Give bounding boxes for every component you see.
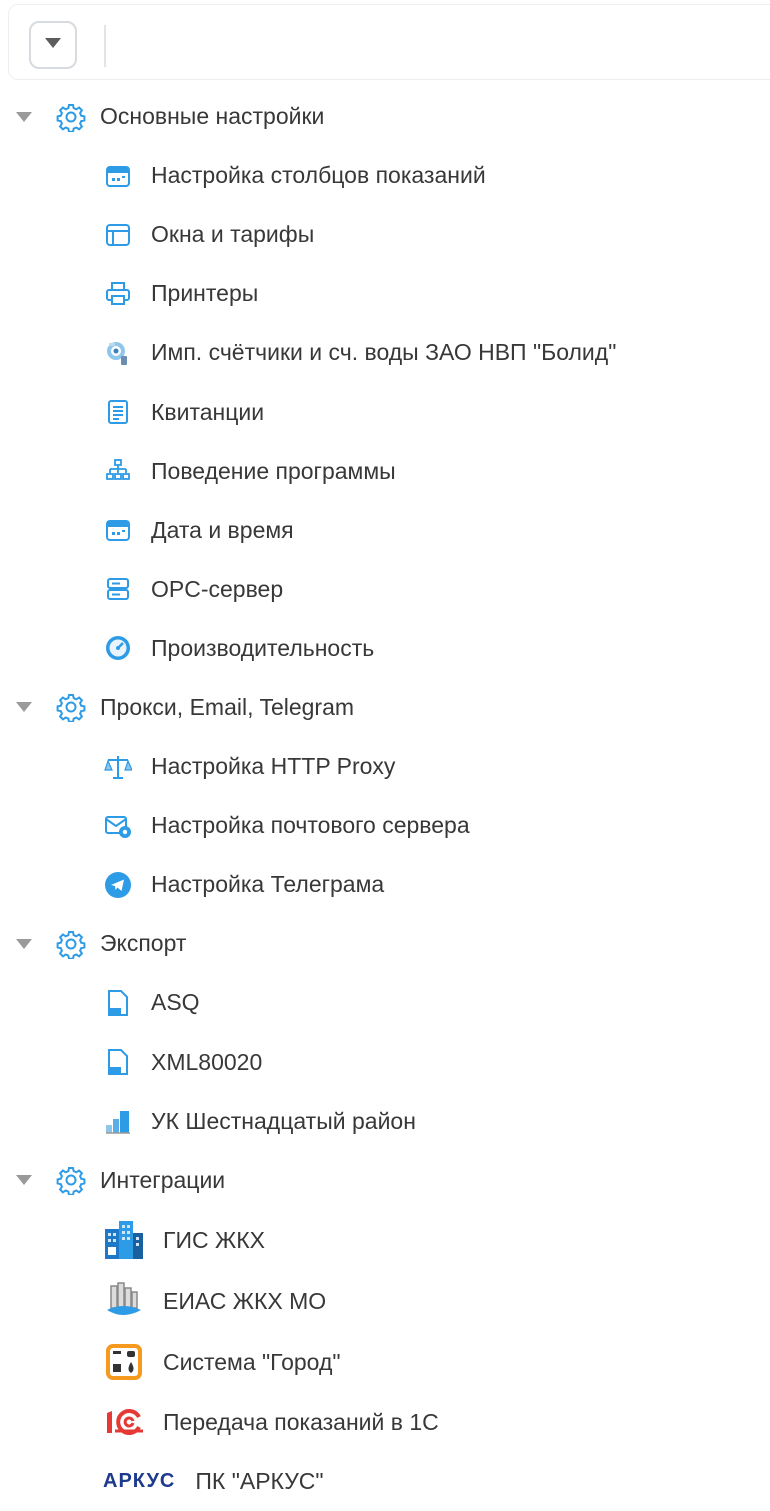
tree-item-label: ASQ xyxy=(151,989,200,1016)
tree-item-printers[interactable]: Принтеры xyxy=(0,264,770,323)
toolbar xyxy=(8,4,770,80)
tree-group-integrations[interactable]: Интеграции xyxy=(0,1151,770,1210)
tree-item-telegram[interactable]: Настройка Телеграма xyxy=(0,855,770,914)
tree-item-label: Настройка Телеграма xyxy=(151,871,385,898)
tree-group-label: Экспорт xyxy=(100,930,187,957)
expand-caret-icon[interactable] xyxy=(14,700,34,714)
tree-group-main-settings[interactable]: Основные настройки xyxy=(0,87,770,146)
tree-group-export[interactable]: Экспорт xyxy=(0,914,770,973)
expand-caret-icon[interactable] xyxy=(14,1173,34,1187)
hierarchy-icon xyxy=(103,456,133,486)
tree-item-eias[interactable]: ЕИАС ЖКХ МО xyxy=(0,1271,770,1332)
calendar-icon xyxy=(103,515,133,545)
tree-item-label: Настройка почтового сервера xyxy=(151,812,470,839)
receipt-icon xyxy=(103,397,133,427)
tree-item-label: Квитанции xyxy=(151,398,265,425)
window-icon xyxy=(103,220,133,250)
tree-item-label: ГИС ЖКХ xyxy=(163,1226,265,1253)
tree-group-label: Прокси, Email, Telegram xyxy=(100,693,355,720)
meter-icon xyxy=(103,338,133,368)
tree-item-uk-16-district[interactable]: УК Шестнадцатый район xyxy=(0,1092,770,1151)
scales-icon xyxy=(103,752,133,782)
tree-item-windows-tariffs[interactable]: Окна и тарифы xyxy=(0,205,770,264)
speedometer-icon xyxy=(103,633,133,663)
tree-item-label: OPC-сервер xyxy=(151,575,284,602)
tree-group-label: Интеграции xyxy=(100,1166,226,1193)
tree-item-label: Поведение программы xyxy=(151,457,396,484)
tree-item-asq[interactable]: ASQ xyxy=(0,973,770,1032)
tree-item-label: ПК "АРКУС" xyxy=(195,1467,324,1494)
tree-item-label: Дата и время xyxy=(151,516,294,543)
tree-item-label: УК Шестнадцатый район xyxy=(151,1107,416,1134)
tree-item-label: Окна и тарифы xyxy=(151,221,315,248)
tree-item-date-time[interactable]: Дата и время xyxy=(0,501,770,560)
telegram-icon xyxy=(103,870,133,900)
tree-item-opc-server[interactable]: OPC-сервер xyxy=(0,560,770,619)
gorod-icon xyxy=(103,1341,145,1383)
building-chart-icon xyxy=(103,1106,133,1136)
tree-item-label: Система "Город" xyxy=(163,1348,341,1375)
tree-item-performance[interactable]: Производительность xyxy=(0,619,770,678)
printer-icon xyxy=(103,279,133,309)
tree-item-label: Производительность xyxy=(151,634,375,661)
tree-item-mail-server[interactable]: Настройка почтового сервера xyxy=(0,796,770,855)
expand-caret-icon[interactable] xyxy=(14,110,34,124)
tree-item-program-behavior[interactable]: Поведение программы xyxy=(0,442,770,501)
tree-item-1c-transfer[interactable]: Передача показаний в 1С xyxy=(0,1393,770,1452)
mail-settings-icon xyxy=(103,811,133,841)
gear-icon xyxy=(56,103,86,132)
tree-group-proxy-email-telegram[interactable]: Прокси, Email, Telegram xyxy=(0,678,770,737)
xml-file-icon xyxy=(103,1047,133,1077)
settings-tree: Основные настройки Настройка столбцов по… xyxy=(0,87,770,1511)
tree-item-gorod-system[interactable]: Система "Город" xyxy=(0,1332,770,1393)
tree-group-label: Основные настройки xyxy=(100,103,325,130)
gear-icon xyxy=(56,694,86,723)
asq-file-icon xyxy=(103,988,133,1018)
tree-item-http-proxy[interactable]: Настройка HTTP Proxy xyxy=(0,737,770,796)
tree-item-columns-settings[interactable]: Настройка столбцов показаний xyxy=(0,146,770,205)
server-icon xyxy=(103,574,133,604)
calendar-icon xyxy=(103,161,133,191)
tree-item-label: Имп. счётчики и сч. воды ЗАО НВП "Болид" xyxy=(151,339,617,366)
expand-caret-icon[interactable] xyxy=(14,937,34,951)
arkus-logo-icon: АРКУС xyxy=(103,1469,176,1492)
tree-item-label: Настройка HTTP Proxy xyxy=(151,753,396,780)
1c-logo-icon xyxy=(103,1401,145,1443)
toolbar-separator xyxy=(104,25,106,67)
tree-item-label: XML80020 xyxy=(151,1048,263,1075)
tree-item-label: ЕИАС ЖКХ МО xyxy=(163,1287,327,1314)
tree-item-label: Настройка столбцов показаний xyxy=(151,162,486,189)
tree-item-label: Принтеры xyxy=(151,280,259,307)
gear-icon xyxy=(56,1167,86,1196)
dropdown-button[interactable] xyxy=(29,21,77,69)
tree-item-label: Передача показаний в 1С xyxy=(163,1408,439,1435)
gear-icon xyxy=(56,930,86,959)
tree-item-receipts[interactable]: Квитанции xyxy=(0,382,770,441)
tree-item-xml80020[interactable]: XML80020 xyxy=(0,1033,770,1092)
gis-building-icon xyxy=(103,1219,145,1261)
caret-down-icon xyxy=(45,38,61,48)
eias-icon xyxy=(103,1280,145,1322)
tree-item-arkus[interactable]: АРКУС ПК "АРКУС" xyxy=(0,1452,770,1511)
tree-item-gis-zhkh[interactable]: ГИС ЖКХ xyxy=(0,1210,770,1271)
tree-item-bolid-meters[interactable]: Имп. счётчики и сч. воды ЗАО НВП "Болид" xyxy=(0,323,770,382)
